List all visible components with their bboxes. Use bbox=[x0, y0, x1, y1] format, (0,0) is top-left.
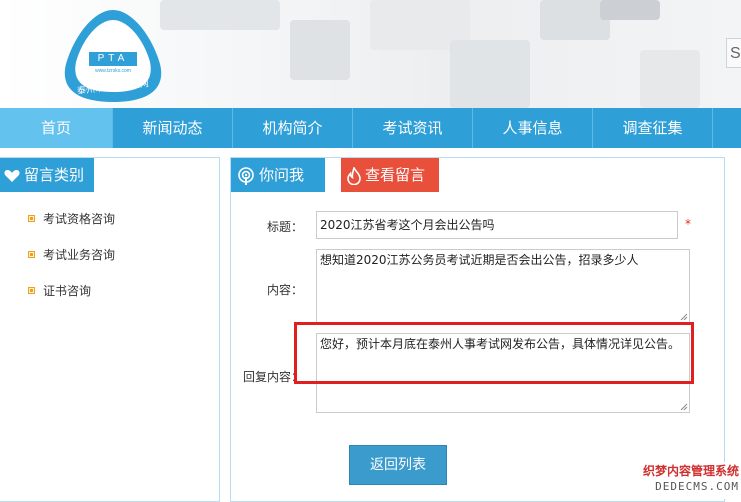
watermark: 织梦内容管理系统 DEDECMS.COM bbox=[628, 462, 741, 499]
content-label: 内容： bbox=[266, 283, 303, 297]
message-panel: 你问我答 查看留言 标题： 2020江苏省考这个月会出公告吗 * 内容： 想知道… bbox=[230, 157, 725, 502]
bullet-icon bbox=[28, 215, 35, 222]
logo-url: www.tzrsks.com bbox=[95, 68, 131, 74]
flame-icon bbox=[347, 165, 361, 185]
required-mark: * bbox=[685, 217, 691, 231]
category-item[interactable]: 证书咨询 bbox=[28, 282, 115, 318]
tab-view-messages[interactable]: 查看留言 bbox=[341, 158, 439, 192]
heart-icon bbox=[4, 169, 20, 182]
main-nav: 首页 新闻动态 机构简介 考试资讯 人事信息 调查征集 bbox=[0, 108, 741, 148]
header-decoration bbox=[450, 40, 530, 108]
nav-personnel[interactable]: 人事信息 bbox=[473, 108, 593, 148]
category-item[interactable]: 考试资格咨询 bbox=[28, 210, 115, 246]
category-panel-title: 留言类别 bbox=[24, 166, 85, 184]
tab-view-label: 查看留言 bbox=[365, 166, 426, 184]
category-panel: 留言类别 考试资格咨询 考试业务咨询 证书咨询 bbox=[0, 157, 220, 502]
header-decoration bbox=[600, 0, 660, 20]
site-logo[interactable]: PTA www.tzrsks.com 泰州市人事考试网 bbox=[62, 6, 164, 106]
bullet-icon bbox=[28, 251, 35, 258]
highlight-box bbox=[294, 322, 694, 384]
content-text: 想知道2020江苏公务员考试近期是否会出公告，招录多少人 bbox=[320, 253, 639, 267]
bullet-icon bbox=[28, 287, 35, 294]
category-label: 考试资格咨询 bbox=[43, 212, 116, 226]
title-label: 标题： bbox=[266, 220, 303, 234]
nav-exam-info[interactable]: 考试资讯 bbox=[353, 108, 473, 148]
category-list: 考试资格咨询 考试业务咨询 证书咨询 bbox=[28, 210, 115, 318]
header-decoration bbox=[640, 50, 700, 108]
header-decoration bbox=[160, 0, 280, 30]
header-decoration bbox=[290, 20, 350, 80]
search-box[interactable]: S bbox=[726, 38, 741, 68]
resize-grip-icon[interactable] bbox=[679, 312, 688, 321]
category-label: 证书咨询 bbox=[43, 284, 92, 298]
category-item[interactable]: 考试业务咨询 bbox=[28, 246, 115, 282]
back-to-list-button[interactable]: 返回列表 bbox=[349, 445, 447, 485]
watermark-line1: 织梦内容管理系统 bbox=[642, 464, 739, 478]
title-input[interactable]: 2020江苏省考这个月会出公告吗 bbox=[316, 211, 678, 239]
site-header: PTA www.tzrsks.com 泰州市人事考试网 S bbox=[0, 0, 741, 108]
resize-grip-icon[interactable] bbox=[679, 402, 688, 411]
nav-about[interactable]: 机构简介 bbox=[233, 108, 353, 148]
nav-survey[interactable]: 调查征集 bbox=[593, 108, 713, 148]
nav-news[interactable]: 新闻动态 bbox=[113, 108, 233, 148]
logo-abbr: PTA bbox=[97, 53, 129, 64]
watermark-line2: DEDECMS.COM bbox=[655, 480, 739, 493]
category-label: 考试业务咨询 bbox=[43, 248, 116, 262]
tab-ask[interactable]: 你问我答 bbox=[231, 158, 325, 218]
content-textarea[interactable]: 想知道2020江苏公务员考试近期是否会出公告，招录多少人 bbox=[316, 249, 690, 323]
broadcast-icon bbox=[238, 166, 254, 185]
nav-home[interactable]: 首页 bbox=[0, 108, 113, 148]
category-panel-header: 留言类别 bbox=[0, 158, 95, 192]
